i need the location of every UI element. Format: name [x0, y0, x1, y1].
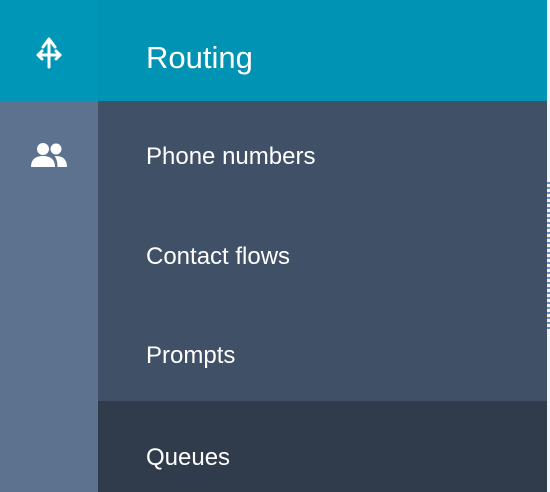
- menu-item-contact-flows[interactable]: Contact flows: [98, 207, 547, 307]
- flyout-header: Routing: [98, 0, 547, 101]
- rail-item-routing[interactable]: [0, 0, 98, 101]
- menu-item-label: Contact flows: [146, 243, 291, 270]
- rail-item-users[interactable]: [0, 105, 98, 205]
- menu-item-phone-numbers[interactable]: Phone numbers: [98, 107, 547, 207]
- users-icon: [30, 142, 68, 168]
- flyout-title: Routing: [146, 40, 253, 75]
- menu-item-label: Phone numbers: [146, 143, 316, 170]
- menu-item-label: Prompts: [146, 342, 236, 369]
- app-frame: Routing Phone numbers Contact flows Prom…: [0, 0, 550, 492]
- icon-rail: [0, 0, 98, 492]
- routing-icon: [33, 33, 65, 69]
- menu-item-queues[interactable]: Queues: [98, 401, 547, 492]
- routing-flyout-menu: Routing Phone numbers Contact flows Prom…: [98, 0, 547, 492]
- menu-item-label: Queues: [146, 443, 231, 471]
- menu-item-prompts[interactable]: Prompts: [98, 306, 547, 406]
